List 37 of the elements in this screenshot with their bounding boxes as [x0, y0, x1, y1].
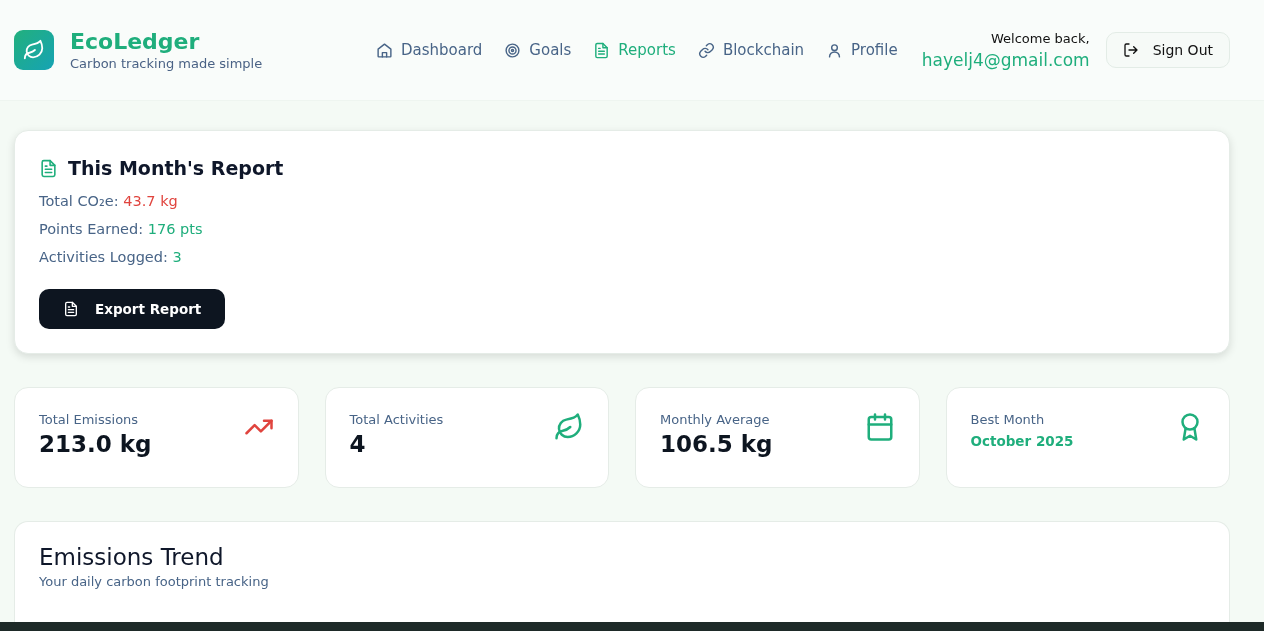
stat-label: Total Emissions [39, 412, 140, 427]
nav-link[interactable]: Dashboard [375, 41, 483, 59]
chart-title: Emissions Trend [39, 544, 225, 570]
document-icon [39, 158, 58, 178]
report-title: This Month's Report [68, 157, 284, 179]
target-icon [504, 41, 522, 59]
stat-value: October 2025 [970, 433, 1074, 449]
nav-link[interactable]: Goals [504, 41, 572, 59]
document-icon [593, 41, 611, 59]
document-icon [63, 301, 79, 317]
stat-value: 4 [349, 431, 367, 457]
welcome-text: Welcome back, [990, 30, 1090, 46]
brand-name: EcoLedger [70, 29, 201, 54]
user-email: hayelj4@gmail.com [921, 49, 1090, 70]
stat-value: 213.0 kg [39, 431, 152, 457]
house-icon [375, 41, 393, 59]
stat-label: Total Activities [349, 412, 444, 427]
nav-link[interactable]: Profile [826, 41, 898, 59]
report-value: 176 pts [147, 221, 203, 237]
logout-icon [1122, 42, 1139, 58]
leaf-icon [554, 412, 584, 442]
report-label: Total CO₂e: [39, 193, 120, 209]
logo-icon [14, 30, 54, 70]
sign-out-button[interactable]: Sign Out [1105, 32, 1230, 68]
report-label: Points Earned: [39, 221, 145, 237]
link-icon [697, 41, 715, 59]
stat-label: Monthly Average [660, 412, 771, 427]
nav-link[interactable]: Blockchain [697, 41, 805, 59]
calendar-icon [864, 412, 895, 442]
stat-value: 106.5 kg [660, 431, 773, 457]
stat-label: Best Month [970, 412, 1046, 427]
report-label: Activities Logged: [39, 249, 169, 265]
report-value: 3 [172, 249, 182, 265]
chart-subtitle: Your daily carbon footprint tracking [39, 574, 270, 589]
report-value: 43.7 kg [123, 193, 178, 209]
brand-tagline: Carbon tracking made simple [70, 56, 263, 71]
export-button[interactable]: Export Report [39, 289, 226, 329]
